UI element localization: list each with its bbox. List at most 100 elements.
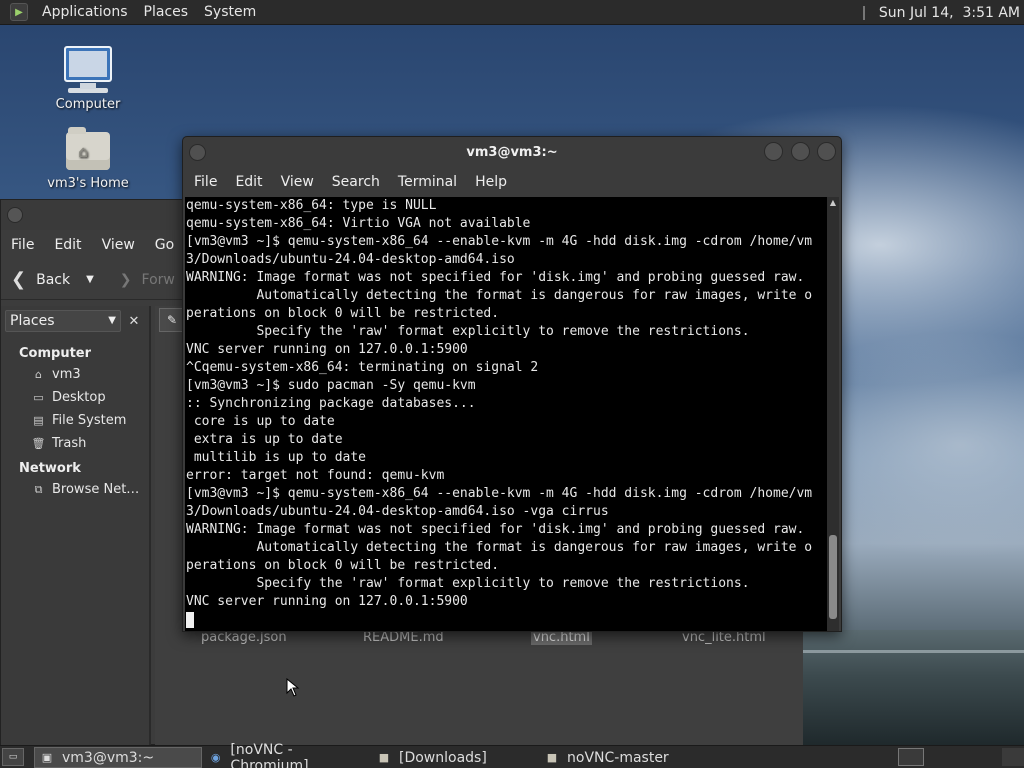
sidebar-item-desktop[interactable]: ▭ Desktop [1,386,149,409]
panel-separator [862,5,865,20]
clock-text: Sun Jul 14, 3:51 AM [878,4,1020,21]
mouse-pointer-icon [286,678,300,697]
fm-menu-edit[interactable]: Edit [44,237,91,253]
sidebar-item-label: Trash [52,436,87,451]
forward-button[interactable]: ❯ Forw [120,272,175,288]
terminal-line: qemu-system-x86_64: Virtio VGA not avail… [186,216,531,231]
term-menu-help[interactable]: Help [466,174,516,190]
taskbar-item-downloads[interactable]: ■ [Downloads] [372,747,538,768]
wallpaper-road [800,650,1024,653]
taskbar-item-label: noVNC-master [567,749,669,766]
sidebar-item-label: File System [52,413,127,428]
back-arrow-icon: ❮ [11,269,27,290]
terminal-line: :: Synchronizing package databases... [186,396,476,411]
trash-applet-icon[interactable] [1002,748,1024,766]
folder-icon: ■ [546,751,558,764]
taskbar-item-chromium[interactable]: ◉ [noVNC - Chromium] [204,742,370,768]
home-folder-icon: ⌂ [66,127,110,170]
menu-applications[interactable]: Applications [34,4,136,20]
close-sidebar-icon[interactable]: ✕ [123,310,145,332]
file-item[interactable]: package.json [201,630,287,645]
forward-arrow-icon: ❯ [119,271,132,288]
workspace-switcher[interactable] [898,748,924,766]
window-menu-button[interactable] [7,207,23,223]
applications-menu-icon[interactable]: ▶ [10,3,28,21]
terminal-line: VNC server running on 127.0.0.1:5900 [186,342,468,357]
terminal-line: [vm3@vm3 ~]$ qemu-system-x86_64 --enable… [186,486,813,501]
taskbar-item-novnc-master[interactable]: ■ noVNC-master [540,747,706,768]
terminal-line: Specify the 'raw' format explicitly to r… [186,324,750,339]
terminal-line: core is up to date [186,414,335,429]
terminal-line: WARNING: Image format was not specified … [186,270,805,285]
back-label: Back [36,271,71,288]
forward-label: Forw [141,271,175,288]
menu-places[interactable]: Places [136,4,197,20]
wallpaper-ground [800,630,1024,745]
terminal-title: vm3@vm3:~ [466,145,558,160]
terminal-icon: ▣ [41,751,53,764]
terminal-line: [vm3@vm3 ~]$ qemu-system-x86_64 --enable… [186,234,813,249]
text-cursor [186,611,194,628]
file-item-selected[interactable]: vnc.html [531,630,592,645]
sidebar-item-vm3[interactable]: ⌂ vm3 [1,363,149,386]
folder-icon: ■ [378,751,390,764]
terminal-line: 3/Downloads/ubuntu-24.04-desktop-amd64.i… [186,252,515,267]
taskbar-item-label: vm3@vm3:~ [62,749,155,766]
terminal-text: qemu-system-x86_64: type is NULL qemu-sys… [185,197,827,611]
desktop-icon-home[interactable]: ⌂ vm3's Home [38,127,138,191]
sidebar-item-label: Desktop [52,390,106,405]
desktop-icon: ▭ [33,391,44,404]
terminal-scrollbar[interactable]: ▲ [827,197,839,631]
minimize-button[interactable] [764,142,783,161]
sidebar-item-browse-network[interactable]: ⧉ Browse Net… [1,478,149,501]
desktop-icon-label: vm3's Home [47,176,129,191]
term-menu-terminal[interactable]: Terminal [389,174,466,190]
computer-icon [64,46,112,89]
sidebar-mode-select[interactable]: Places ▼ [5,310,121,332]
terminal-menubar: File Edit View Search Terminal Help [183,169,841,195]
places-sidebar: Places ▼ ✕ Computer ⌂ vm3 ▭ Desktop ▤ Fi… [1,306,151,745]
sidebar-item-file-system[interactable]: ▤ File System [1,409,149,432]
file-item[interactable]: README.md [363,630,444,645]
taskbar-item-label: [Downloads] [399,749,487,766]
terminal-line: ^Cqemu-system-x86_64: terminating on sig… [186,360,539,375]
sidebar-item-trash[interactable]: 🗑 Trash [1,432,149,455]
terminal-prompt-line [185,611,827,629]
top-panel: ▶ Applications Places System Sun Jul 14,… [0,0,1024,25]
menu-system[interactable]: System [196,4,264,20]
sidebar-heading-computer: Computer [19,346,92,361]
terminal-line: [vm3@vm3 ~]$ sudo pacman -Sy qemu-kvm [186,378,476,393]
term-menu-view[interactable]: View [272,174,323,190]
terminal-output[interactable]: qemu-system-x86_64: type is NULL qemu-sys… [185,197,827,631]
fm-menu-file[interactable]: File [1,237,44,253]
terminal-line: Automatically detecting the format is da… [186,288,813,303]
window-menu-button[interactable] [189,144,206,161]
chromium-icon: ◉ [210,751,221,764]
terminal-titlebar[interactable]: vm3@vm3:~ [183,137,841,169]
scrollbar-thumb[interactable] [829,535,837,619]
taskbar-item-terminal[interactable]: ▣ vm3@vm3:~ [34,747,202,768]
bottom-taskbar: ▭ ▣ vm3@vm3:~ ◉ [noVNC - Chromium] ■ [Do… [0,742,1024,768]
chevron-down-icon: ▼ [108,315,116,326]
terminal-line: perations on block 0 will be restricted. [186,558,500,573]
fm-menu-go[interactable]: Go [145,237,184,253]
terminal-line: WARNING: Image format was not specified … [186,522,805,537]
terminal-line: perations on block 0 will be restricted. [186,306,500,321]
file-item[interactable]: vnc_lite.html [682,630,766,645]
back-history-dropdown-icon[interactable]: ▼ [86,274,94,285]
drive-icon: ▤ [33,414,44,427]
panel-clock[interactable]: Sun Jul 14, 3:51 AM [862,0,1024,25]
maximize-button[interactable] [791,142,810,161]
back-button[interactable]: ❮ Back ▼ [11,269,94,290]
fm-menu-view[interactable]: View [92,237,145,253]
terminal-line: VNC server running on 127.0.0.1:5900 [186,594,468,609]
term-menu-search[interactable]: Search [323,174,389,190]
scroll-up-icon[interactable]: ▲ [827,197,839,209]
close-button[interactable] [817,142,836,161]
term-menu-file[interactable]: File [185,174,226,190]
term-menu-edit[interactable]: Edit [226,174,271,190]
show-desktop-icon[interactable]: ▭ [2,748,24,766]
terminal-line: Specify the 'raw' format explicitly to r… [186,576,750,591]
desktop-icon-computer[interactable]: Computer [38,46,138,112]
terminal-line: qemu-system-x86_64: type is NULL [186,198,437,213]
